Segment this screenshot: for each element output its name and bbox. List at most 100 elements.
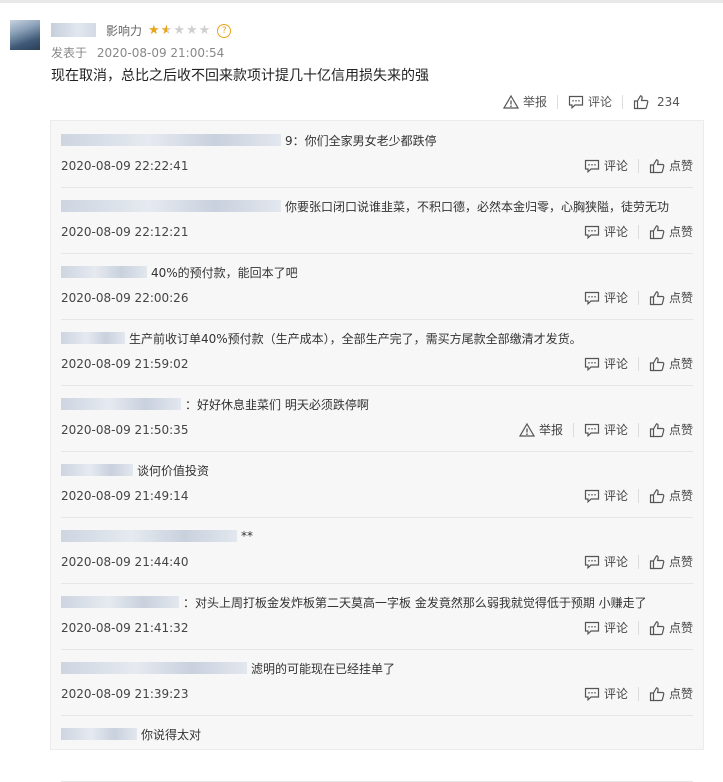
reply-comment-label: 评论 <box>603 291 628 305</box>
reply-timestamp: 2020-08-09 21:39:23 <box>61 687 189 701</box>
help-icon[interactable]: ? <box>217 23 232 38</box>
top-divider <box>0 0 723 3</box>
reply-like-button[interactable]: 点赞 <box>649 223 693 240</box>
reply-comment-label: 评论 <box>603 555 628 569</box>
reply-comment-button[interactable]: 评论 <box>584 487 628 504</box>
reply-like-button[interactable]: 点赞 <box>649 289 693 306</box>
thumbs-up-icon <box>649 290 665 306</box>
reply-item: 40%的预付款，能回本了吧 2020-08-09 22:00:26 评论 点赞 <box>61 253 693 320</box>
like-count: 234 <box>657 94 680 109</box>
divider <box>637 356 639 371</box>
reply-comment-button[interactable]: 评论 <box>584 157 628 174</box>
reply-like-label: 点赞 <box>668 621 693 635</box>
reply-like-button[interactable]: 点赞 <box>649 157 693 174</box>
thumbs-up-icon <box>633 94 649 110</box>
reply-text: 你说得太对 <box>141 727 202 742</box>
reply-timestamp: 2020-08-09 21:59:02 <box>61 357 189 371</box>
reply-text: 谈何价值投资 <box>137 463 210 478</box>
reply-actions: 举报 评论 点赞 <box>518 421 693 438</box>
report-button[interactable]: 举报 <box>503 93 547 110</box>
reply-header: 40%的预付款，能回本了吧 <box>61 263 298 281</box>
reply-timestamp: 2020-08-09 21:41:32 <box>61 621 189 635</box>
divider <box>637 488 639 503</box>
reply-like-label: 点赞 <box>668 357 693 371</box>
reply-comment-label: 评论 <box>603 423 628 437</box>
reply-like-label: 点赞 <box>668 423 693 437</box>
comment-icon <box>584 356 600 372</box>
posted-time: 2020-08-09 21:00:54 <box>96 46 225 60</box>
reply-like-button[interactable]: 点赞 <box>649 421 693 438</box>
post-content: 现在取消，总比之后收不回来款项计提几十亿信用损失来的强 <box>51 68 429 84</box>
reply-comment-button[interactable]: 评论 <box>584 685 628 702</box>
thumbs-up-icon <box>649 488 665 504</box>
thumbs-up-icon <box>649 224 665 240</box>
reply-header: ：对头上周打板金发炸板第二天莫高一字板 金发竟然那么弱我就觉得低于预期 小赚走了 <box>61 593 647 611</box>
reply-username-blurred[interactable] <box>61 200 281 212</box>
reply-comment-label: 评论 <box>603 687 628 701</box>
reply-comment-button[interactable]: 评论 <box>584 619 628 636</box>
reply-like-label: 点赞 <box>668 687 693 701</box>
reply-item: ：对头上周打板金发炸板第二天莫高一字板 金发竟然那么弱我就觉得低于预期 小赚走了… <box>61 583 693 650</box>
comment-icon <box>584 422 600 438</box>
reply-header: 9：你们全家男女老少都跌停 <box>61 131 437 149</box>
reply-username-blurred[interactable] <box>61 728 137 740</box>
reply-actions: 评论 点赞 <box>584 487 693 504</box>
reply-username-blurred[interactable] <box>61 134 281 146</box>
warning-icon <box>503 94 519 110</box>
reply-text: 40%的预付款，能回本了吧 <box>151 265 298 280</box>
reply-comment-button[interactable]: 评论 <box>584 223 628 240</box>
reply-username-blurred[interactable] <box>61 464 133 476</box>
reply-item: ** 2020-08-09 21:44:40 评论 点赞 <box>61 517 693 584</box>
influence-rating: 影响力 ★★★★★ ? <box>106 22 232 39</box>
warning-icon <box>518 422 535 438</box>
reply-timestamp: 2020-08-09 21:50:35 <box>61 423 189 437</box>
reply-timestamp: 2020-08-09 22:22:41 <box>61 159 189 173</box>
star-empty-icon: ★ <box>198 23 212 38</box>
avatar[interactable] <box>10 20 40 50</box>
reply-comment-button[interactable]: 评论 <box>584 355 628 372</box>
comment-icon <box>584 488 600 504</box>
reply-comment-button[interactable]: 评论 <box>584 421 628 438</box>
reply-username-blurred[interactable] <box>61 332 125 344</box>
reply-comment-button[interactable]: 评论 <box>584 289 628 306</box>
divider <box>637 554 639 569</box>
reply-comment-label: 评论 <box>603 489 628 503</box>
reply-actions: 评论 点赞 <box>584 619 693 636</box>
reply-item: 谈何价值投资 2020-08-09 21:49:14 评论 点赞 <box>61 451 693 518</box>
reply-like-button[interactable]: 点赞 <box>649 685 693 702</box>
comment-icon <box>584 620 600 636</box>
reply-like-label: 点赞 <box>668 489 693 503</box>
reply-list: 9：你们全家男女老少都跌停 2020-08-09 22:22:41 评论 点赞 你要张口… <box>50 120 704 782</box>
reply-username-blurred[interactable] <box>61 398 181 410</box>
reply-like-label: 点赞 <box>668 555 693 569</box>
like-button[interactable]: 234 <box>633 94 680 110</box>
reply-username-blurred[interactable] <box>61 266 147 278</box>
comment-icon <box>584 686 600 702</box>
reply-like-button[interactable]: 点赞 <box>649 619 693 636</box>
thumbs-up-icon <box>649 554 665 570</box>
reply-timestamp: 2020-08-09 22:00:26 <box>61 291 189 305</box>
reply-like-button[interactable]: 点赞 <box>649 355 693 372</box>
reply-like-button[interactable]: 点赞 <box>649 487 693 504</box>
star-empty-icon: ★ <box>185 23 199 38</box>
reply-like-button[interactable]: 点赞 <box>649 553 693 570</box>
reply-header: 你说得太对 <box>61 725 201 743</box>
reply-username-blurred[interactable] <box>61 662 247 674</box>
star-rating: ★★★★★ <box>148 23 211 38</box>
reply-actions: 评论 点赞 <box>584 157 693 174</box>
reply-comment-button[interactable]: 评论 <box>584 553 628 570</box>
star-full-icon: ★ <box>148 23 161 38</box>
reply-report-button[interactable]: 举报 <box>518 421 563 438</box>
reply-actions: 评论 点赞 <box>584 223 693 240</box>
reply-item: 你要张口闭口说谁韭菜，不积口德，必然本金归零，心胸狭隘，徒劳无功 2020-08-… <box>61 187 693 254</box>
reply-text: 9：你们全家男女老少都跌停 <box>285 133 437 148</box>
reply-username-blurred[interactable] <box>61 530 237 542</box>
username-blurred[interactable] <box>51 23 96 37</box>
thumbs-up-icon <box>649 686 665 702</box>
reply-text: 你要张口闭口说谁韭菜，不积口德，必然本金归零，心胸狭隘，徒劳无功 <box>285 199 670 214</box>
reply-username-blurred[interactable] <box>61 596 179 608</box>
reply-comment-label: 评论 <box>603 621 628 635</box>
comment-icon <box>584 290 600 306</box>
comment-button[interactable]: 评论 <box>568 93 612 110</box>
divider <box>637 620 639 635</box>
